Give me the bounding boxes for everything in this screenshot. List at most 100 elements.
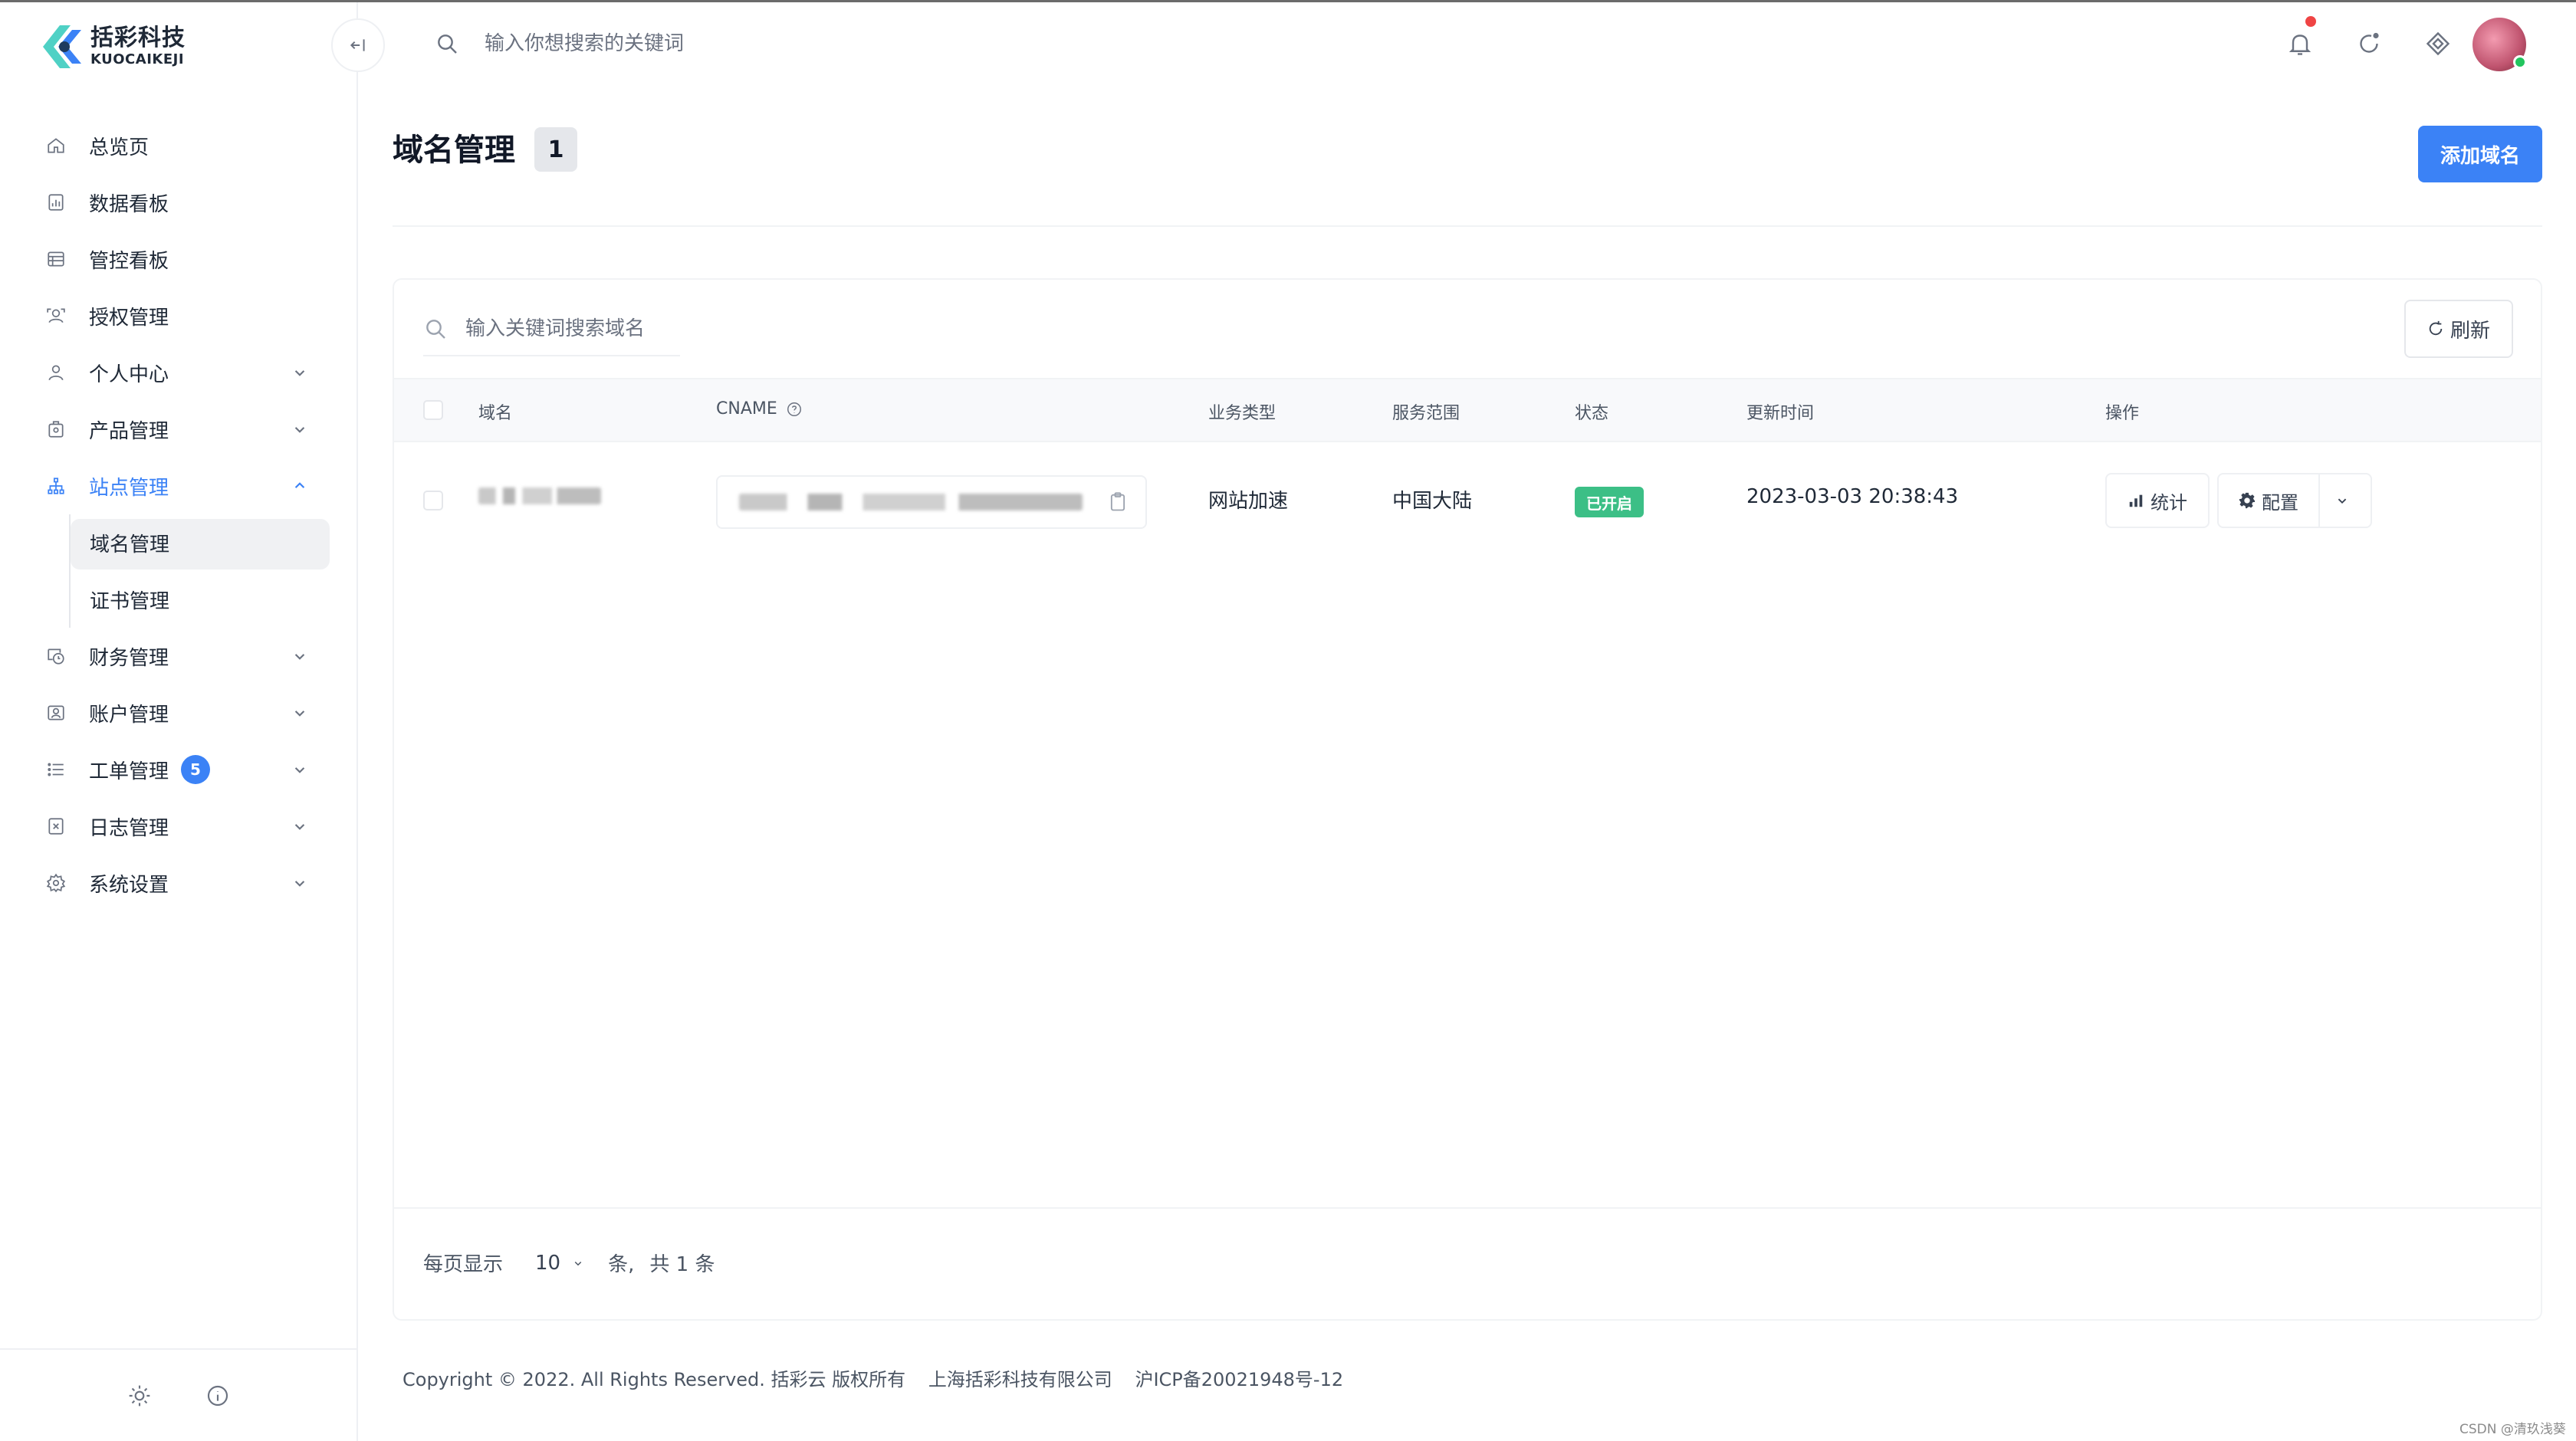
ticket-icon: [43, 757, 69, 783]
chevron-down-icon: [294, 711, 305, 717]
sidebar-item-label: 账户管理: [89, 703, 169, 727]
sidebar-item-log[interactable]: 日志管理: [0, 798, 358, 855]
page-size-prefix: 每页显示: [423, 1253, 504, 1276]
sidebar: 括彩科技 KUOCAIKEJI 总览页 数据看板 管控看板 授权管理 个人中心 …: [0, 2, 358, 1441]
sidebar-item-label: 数据看板: [89, 192, 169, 216]
search-icon: [426, 320, 445, 339]
table-footer-divider: [394, 1207, 2541, 1209]
diamond-icon[interactable]: [2424, 30, 2452, 57]
account-icon: [43, 700, 69, 726]
refresh-label: 刷新: [2450, 319, 2490, 343]
control-board-icon: [43, 246, 69, 272]
product-icon: [43, 416, 69, 442]
status-badge: 已开启: [1575, 487, 1644, 517]
logo-mark-icon: [43, 25, 81, 68]
sidebar-item-data-board[interactable]: 数据看板: [0, 174, 358, 231]
sidebar-subitem-domain[interactable]: 域名管理: [0, 514, 358, 571]
chevron-down-icon: [574, 1261, 582, 1265]
refresh-button[interactable]: 刷新: [2404, 300, 2513, 358]
copyright-text: Copyright © 2022. All Rights Reserved. 括…: [402, 1369, 906, 1390]
sidebar-item-site[interactable]: 站点管理: [0, 458, 358, 514]
sidebar-item-settings[interactable]: 系统设置: [0, 855, 358, 911]
company-name: 上海括彩科技有限公司: [928, 1369, 1112, 1390]
sidebar-collapse-button[interactable]: [331, 18, 385, 72]
topbar: [358, 2, 2576, 87]
chevron-down-icon: [294, 427, 305, 433]
cname-field: [716, 475, 1147, 529]
row-checkbox[interactable]: [423, 491, 443, 510]
finance-icon: [43, 643, 69, 669]
auth-icon: [43, 303, 69, 329]
sidebar-item-auth[interactable]: 授权管理: [0, 287, 358, 344]
add-domain-button[interactable]: 添加域名: [2418, 126, 2542, 182]
page-size-unit: 条,: [608, 1253, 635, 1276]
chevron-down-icon: [294, 370, 305, 376]
ticket-count-badge: 5: [181, 755, 211, 784]
sidebar-item-overview[interactable]: 总览页: [0, 117, 358, 174]
domain-count-badge: 1: [534, 127, 577, 172]
domain-redacted: [478, 487, 601, 504]
settings-icon: [43, 870, 69, 896]
column-header-business-type: 业务类型: [1208, 404, 1276, 423]
bar-chart-icon: [2129, 494, 2143, 507]
sidebar-item-product[interactable]: 产品管理: [0, 401, 358, 458]
sidebar-item-control-board[interactable]: 管控看板: [0, 231, 358, 287]
chevron-down-icon: [294, 654, 305, 660]
sidebar-subitem-label: 证书管理: [90, 589, 170, 613]
table-header: 域名 CNAME 业务类型 服务范围 状态 更新时间 操作: [394, 378, 2541, 442]
table-row[interactable]: 网站加速 中国大陆 已开启 2023-03-03 20:38:43 统计 配置: [394, 442, 2541, 550]
search-underline: [423, 355, 680, 356]
global-search-input[interactable]: [485, 25, 945, 62]
gear-icon: [2239, 492, 2256, 509]
domain-cell[interactable]: [478, 487, 601, 510]
sidebar-item-personal-center[interactable]: 个人中心: [0, 344, 358, 401]
sidebar-item-label: 授权管理: [89, 306, 169, 330]
page-footer: Copyright © 2022. All Rights Reserved. 括…: [402, 1364, 1360, 1391]
column-header-updated-at: 更新时间: [1746, 404, 1815, 423]
divider: [393, 225, 2542, 227]
config-button[interactable]: 配置: [2217, 473, 2320, 528]
online-status-dot: [2513, 55, 2527, 69]
sidebar-footer: [0, 1348, 358, 1441]
column-header-actions: 操作: [2105, 404, 2140, 423]
column-header-cname: CNAME: [716, 399, 803, 419]
column-header-domain: 域名: [478, 404, 513, 423]
brand-name-en: KUOCAIKEJI: [90, 51, 185, 67]
info-icon[interactable]: [205, 1384, 230, 1408]
stats-label: 统计: [2150, 491, 2187, 514]
sidebar-subitem-certificate[interactable]: 证书管理: [0, 571, 358, 628]
page-size-select[interactable]: 10: [535, 1252, 585, 1275]
notification-dot: [2305, 16, 2316, 27]
clipboard-icon[interactable]: [1107, 491, 1129, 514]
bell-icon[interactable]: [2286, 30, 2314, 57]
sidebar-item-label: 工单管理: [89, 760, 169, 783]
chevron-up-icon: [294, 482, 305, 488]
sun-icon[interactable]: [127, 1384, 152, 1408]
brand-logo[interactable]: 括彩科技 KUOCAIKEJI: [37, 22, 186, 71]
more-actions-button[interactable]: [2318, 473, 2372, 528]
sidebar-item-label: 日志管理: [89, 816, 169, 840]
sidebar-item-label: 站点管理: [89, 476, 169, 500]
sidebar-item-ticket[interactable]: 工单管理 5: [0, 741, 358, 798]
sidebar-menu: 总览页 数据看板 管控看板 授权管理 个人中心 产品管理 站点管理 域名管理 证…: [0, 117, 358, 911]
icp-link[interactable]: 沪ICP备20021948号-12: [1135, 1369, 1343, 1390]
select-all-checkbox[interactable]: [423, 400, 443, 420]
chevron-down-icon: [2338, 498, 2347, 504]
refresh-icon[interactable]: [2355, 30, 2383, 57]
help-circle-icon[interactable]: [786, 401, 803, 418]
search-icon: [438, 34, 457, 54]
sidebar-item-finance[interactable]: 财务管理: [0, 628, 358, 684]
page-title: 域名管理: [393, 133, 515, 168]
data-board-icon: [43, 189, 69, 215]
site-icon: [43, 473, 69, 499]
chevron-down-icon: [294, 767, 305, 773]
sidebar-item-label: 个人中心: [89, 363, 169, 386]
refresh-icon: [2429, 320, 2443, 336]
cname-redacted: [739, 494, 1083, 510]
service-scope-cell: 中国大陆: [1392, 490, 1473, 513]
domain-search-input[interactable]: [465, 310, 695, 347]
stats-button[interactable]: 统计: [2105, 473, 2210, 528]
pagination: 每页显示 10 条, 共 1 条: [423, 1249, 715, 1277]
sidebar-item-account[interactable]: 账户管理: [0, 684, 358, 741]
business-type-cell: 网站加速: [1208, 490, 1289, 513]
